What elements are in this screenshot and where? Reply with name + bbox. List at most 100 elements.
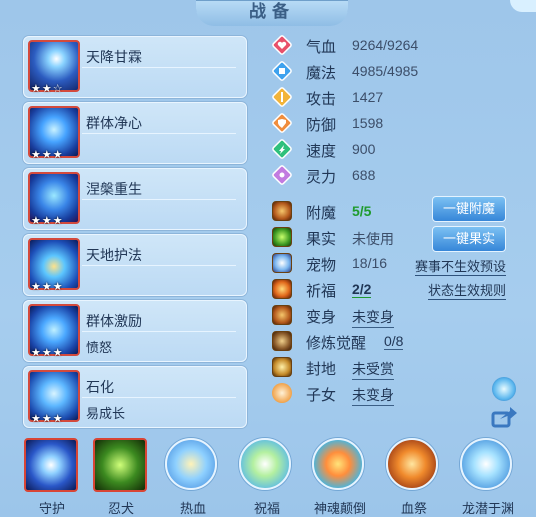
- divider: [82, 331, 236, 332]
- stat-row-attack: 攻击 1427: [268, 86, 530, 110]
- bottom-item-hot-blood[interactable]: 热血: [165, 436, 221, 516]
- skill-card[interactable]: ★★★ 群体激励 愤怒: [23, 300, 247, 362]
- bottom-item-label: 守护: [38, 501, 65, 516]
- refresh-icon[interactable]: [492, 377, 516, 401]
- mana-icon: [272, 61, 292, 81]
- speed-icon: [272, 139, 292, 159]
- skill-name: 涅槃重生: [86, 181, 142, 197]
- equip-value: 5/5: [352, 203, 372, 219]
- stat-label: 灵力: [306, 169, 337, 186]
- equip-value[interactable]: 0/8: [384, 333, 404, 350]
- bottom-item-label: 神魂颠倒: [313, 501, 366, 516]
- stat-label: 防御: [306, 117, 337, 134]
- stat-row-hp: 气血 9264/9264: [268, 34, 530, 58]
- stat-row-spirit: 灵力 688: [268, 164, 530, 188]
- divider: [82, 67, 236, 68]
- child-icon: [272, 383, 292, 403]
- state-rules-link[interactable]: 状态生效规则: [427, 280, 506, 300]
- stat-row-mp: 魔法 4985/4985: [268, 60, 530, 84]
- blood-sacrifice-icon: [386, 438, 438, 490]
- fief-icon: [272, 357, 292, 377]
- guard-icon: [24, 438, 78, 492]
- divider: [82, 133, 236, 134]
- stat-row-defense: 防御 1598: [268, 112, 530, 136]
- blessing-icon: [239, 438, 291, 490]
- transform-icon: [272, 305, 292, 325]
- skill-name: 石化: [86, 379, 114, 395]
- equip-row-awaken: 修炼觉醒 0/8: [268, 330, 530, 354]
- bottom-item-blood-sacrifice[interactable]: 血祭: [386, 436, 442, 516]
- bottom-item-label: 热血: [179, 501, 206, 516]
- equip-value: 18/16: [352, 255, 388, 271]
- panel-title: 战备: [196, 0, 348, 26]
- enchant-all-button[interactable]: 一键附魔: [432, 196, 506, 222]
- stat-value: 1598: [352, 115, 384, 131]
- skill-name: 群体激励: [86, 313, 142, 329]
- attack-icon: [272, 87, 292, 107]
- skill-trait: 愤怒: [86, 340, 113, 355]
- equip-value[interactable]: 2/2: [352, 281, 372, 298]
- equip-label: 果实: [306, 231, 337, 248]
- skill-card[interactable]: ★★★ 天地护法: [23, 234, 247, 296]
- hot-blood-icon: [165, 438, 217, 490]
- equip-label: 附魔: [306, 205, 337, 222]
- bottom-item-dragon[interactable]: 龙潜于渊: [460, 436, 516, 516]
- enchant-icon: [272, 201, 292, 221]
- bottom-item-label: 祝福: [253, 501, 280, 516]
- skill-card[interactable]: ★★★ 石化 易成长: [23, 366, 247, 428]
- stat-label: 攻击: [306, 91, 337, 108]
- title-text: 战备: [249, 2, 295, 21]
- equip-label: 祈福: [306, 283, 337, 300]
- equip-label: 封地: [306, 361, 337, 378]
- spirit-icon: [272, 165, 292, 185]
- bottom-skill-bar: 守护 忍犬 热血 祝福 神魂颠倒 血祭 龙潜于渊: [0, 436, 536, 517]
- bottom-item-label: 血祭: [400, 501, 427, 516]
- equip-row-children: 子女 未变身: [268, 382, 530, 406]
- stat-row-speed: 速度 900: [268, 138, 530, 162]
- stat-label: 速度: [306, 143, 337, 160]
- skill-card[interactable]: ★★★ 涅槃重生: [23, 168, 247, 230]
- bottom-item-guard[interactable]: 守护: [24, 436, 80, 516]
- equip-value[interactable]: 未变身: [352, 385, 394, 406]
- bottom-item-blessing[interactable]: 祝福: [239, 436, 295, 516]
- divider: [82, 397, 236, 398]
- stat-value: 688: [352, 167, 376, 183]
- skill-name: 天降甘霖: [86, 49, 142, 65]
- equip-row-transform: 变身 未变身: [268, 304, 530, 328]
- match-preset-link[interactable]: 赛事不生效预设: [414, 256, 506, 276]
- pet-icon: [272, 253, 292, 273]
- heart-icon: [272, 35, 292, 55]
- dragon-icon: [460, 438, 512, 490]
- equip-label: 修炼觉醒: [306, 335, 367, 352]
- equip-label: 子女: [306, 387, 337, 404]
- skill-card[interactable]: ★★☆ 天降甘霖: [23, 36, 247, 98]
- star-rating: ★★☆: [31, 83, 64, 95]
- stat-value: 9264/9264: [352, 37, 419, 53]
- star-rating: ★★★: [31, 149, 64, 161]
- skill-card[interactable]: ★★★ 群体净心: [23, 102, 247, 164]
- stat-value: 1427: [352, 89, 384, 105]
- equip-value: 未使用: [352, 231, 394, 247]
- bottom-item-soul[interactable]: 神魂颠倒: [312, 436, 368, 516]
- star-rating: ★★★: [31, 413, 64, 425]
- star-rating: ★★★: [31, 281, 64, 293]
- skill-list: ★★☆ 天降甘霖 ★★★ 群体净心 ★★★ 涅槃重生 ★★★ 天地护法 ★★★ …: [23, 36, 247, 432]
- stat-value: 4985/4985: [352, 63, 419, 79]
- share-icon[interactable]: [490, 405, 518, 429]
- corner-decoration: [510, 0, 536, 12]
- fruit-all-button[interactable]: 一键果实: [432, 226, 506, 252]
- ninja-dog-icon: [93, 438, 147, 492]
- defense-icon: [272, 113, 292, 133]
- equip-value[interactable]: 未变身: [352, 307, 394, 328]
- equip-value[interactable]: 未受赏: [352, 359, 394, 380]
- awaken-icon: [272, 331, 292, 351]
- star-rating: ★★★: [31, 215, 64, 227]
- divider: [82, 199, 236, 200]
- bottom-item-label: 忍犬: [107, 501, 134, 516]
- equip-row-fief: 封地 未受赏: [268, 356, 530, 380]
- bottom-item-label: 龙潜于渊: [461, 501, 514, 516]
- stat-value: 900: [352, 141, 376, 157]
- bottom-item-ninja-dog[interactable]: 忍犬: [93, 436, 149, 516]
- battle-prep-panel: 战备 ★★☆ 天降甘霖 ★★★ 群体净心 ★★★ 涅槃重生 ★★★ 天地护法 ★…: [0, 0, 536, 517]
- equip-label: 变身: [306, 309, 337, 326]
